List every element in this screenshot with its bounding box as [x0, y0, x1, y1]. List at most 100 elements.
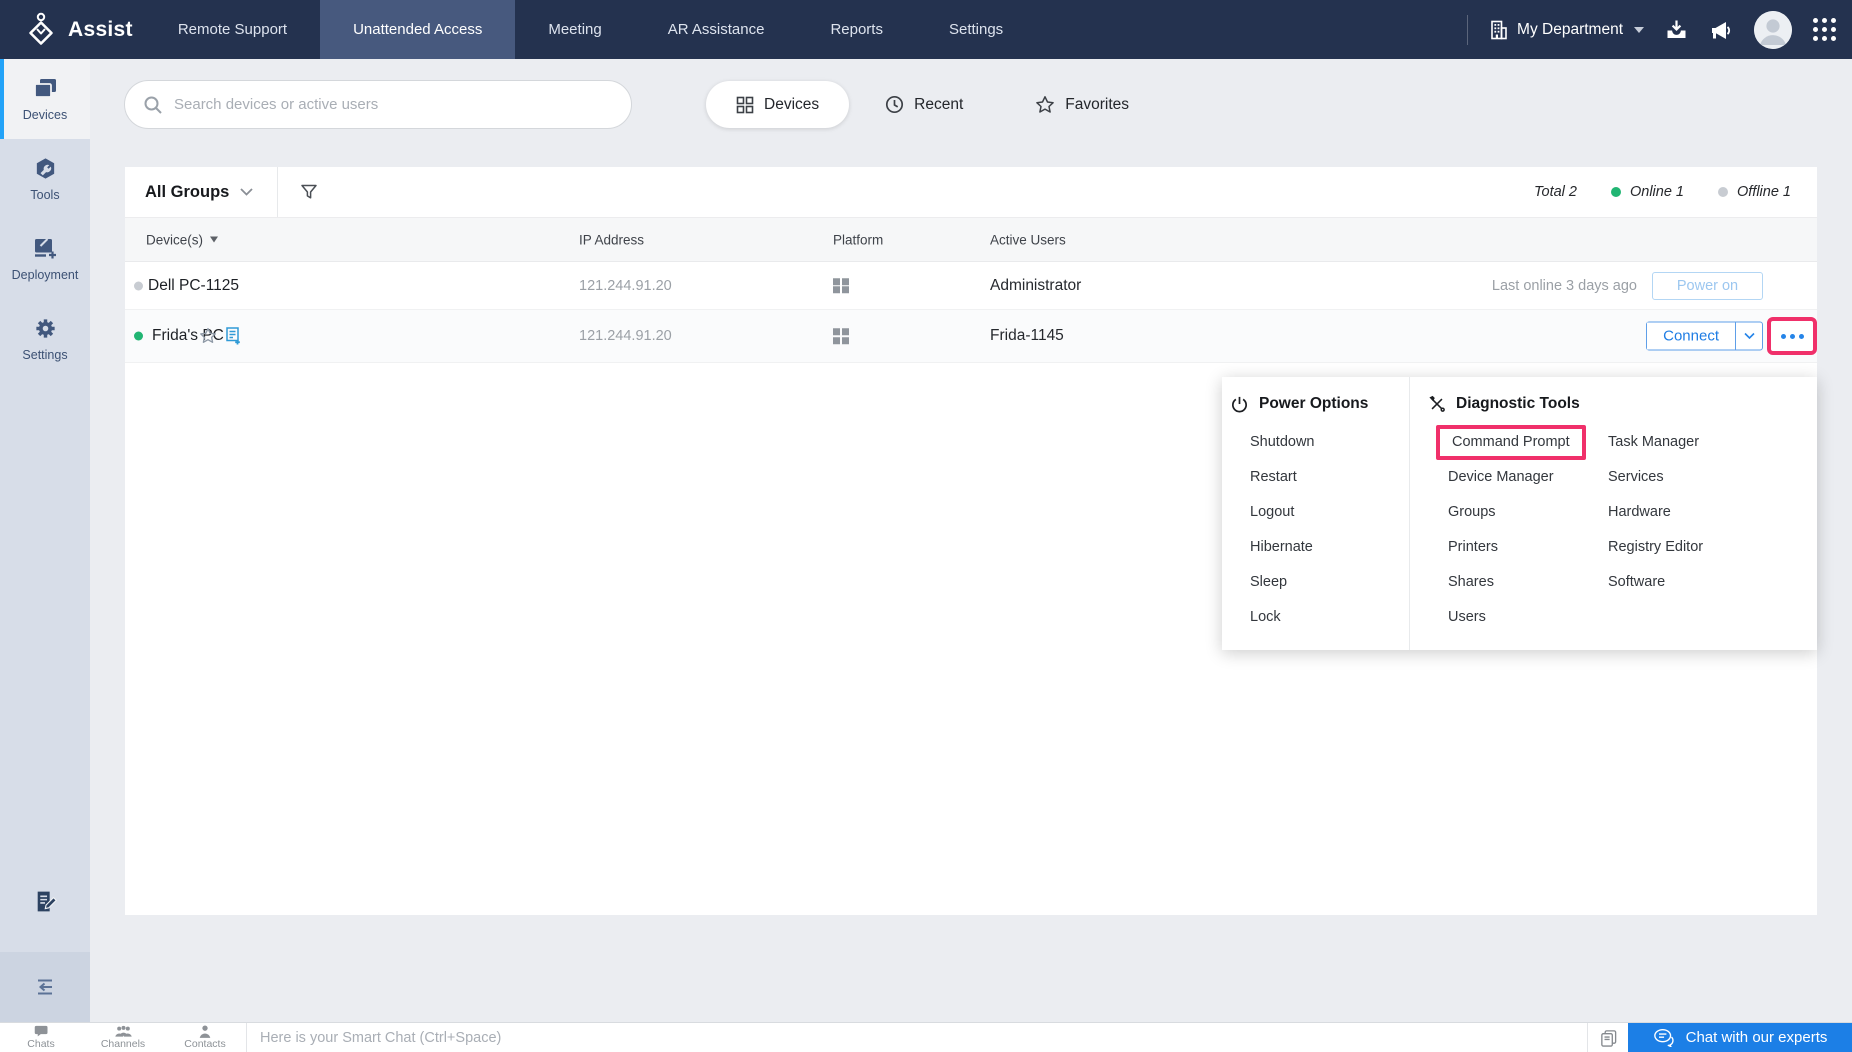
view-toggle: Devices Recent Favorites	[706, 81, 1165, 128]
add-note-icon[interactable]	[225, 327, 242, 346]
sidebar-item-devices[interactable]: Devices	[0, 59, 90, 139]
menu-item-restart[interactable]: Restart	[1230, 460, 1409, 495]
menu-item-groups[interactable]: Groups	[1428, 495, 1588, 530]
power-options-header: Power Options	[1230, 391, 1409, 417]
menu-item-hardware[interactable]: Hardware	[1588, 495, 1703, 530]
online-count: Online 1	[1611, 184, 1684, 200]
contacts-tab[interactable]: Contacts	[164, 1023, 246, 1052]
table-row[interactable]: Frida's PC 121.244.91.20 Frida-1145 Conn…	[125, 310, 1817, 363]
menu-item-shares[interactable]: Shares	[1428, 565, 1588, 600]
table-row[interactable]: Dell PC-1125 121.244.91.20 Administrator…	[125, 262, 1817, 310]
more-options-button[interactable]	[1767, 317, 1817, 355]
devices-icon	[32, 76, 59, 101]
menu-item-lock[interactable]: Lock	[1230, 600, 1409, 635]
last-online-text: Last online 3 days ago	[1492, 278, 1637, 294]
device-stats: Total 2 Online 1 Offline 1	[1534, 184, 1817, 200]
expert-chat-icon	[1653, 1028, 1677, 1047]
menu-item-sleep[interactable]: Sleep	[1230, 565, 1409, 600]
power-icon	[1230, 395, 1249, 414]
connect-dropdown-button[interactable]	[1735, 323, 1762, 350]
diagnostic-column-2: Task Manager Services Hardware Registry …	[1588, 425, 1703, 635]
filter-button[interactable]	[278, 183, 318, 201]
active-user: Frida-1145	[990, 327, 1064, 345]
power-options-section: Power Options Shutdown Restart Logout Hi…	[1222, 377, 1410, 650]
download-button[interactable]	[1665, 18, 1688, 41]
view-devices[interactable]: Devices	[706, 81, 849, 128]
menu-item-hibernate[interactable]: Hibernate	[1230, 530, 1409, 565]
collapse-sidebar-button[interactable]	[0, 952, 90, 1022]
tab-meeting[interactable]: Meeting	[515, 0, 634, 59]
gear-icon	[33, 316, 58, 341]
view-label: Recent	[914, 96, 963, 114]
user-avatar[interactable]	[1754, 11, 1792, 49]
chats-tab[interactable]: Chats	[0, 1023, 82, 1052]
menu-item-software[interactable]: Software	[1588, 565, 1703, 600]
offline-dot	[1718, 187, 1728, 197]
chat-with-experts-button[interactable]: Chat with our experts	[1628, 1023, 1852, 1052]
notes-edit-icon	[33, 889, 58, 914]
view-label: Favorites	[1065, 96, 1129, 114]
sidebar-item-label: Deployment	[12, 268, 79, 282]
copy-notes-icon	[1599, 1028, 1618, 1048]
menu-item-printers[interactable]: Printers	[1428, 530, 1588, 565]
diagnostic-tools-icon	[1428, 395, 1446, 413]
sidebar-item-deployment[interactable]: Deployment	[0, 219, 90, 299]
menu-item-services[interactable]: Services	[1588, 460, 1703, 495]
windows-icon	[833, 278, 849, 294]
device-name[interactable]: Dell PC-1125	[148, 277, 239, 295]
menu-item-logout[interactable]: Logout	[1230, 495, 1409, 530]
tab-remote-support[interactable]: Remote Support	[145, 0, 320, 59]
header-ip: IP Address	[579, 232, 644, 247]
menu-item-registry-editor[interactable]: Registry Editor	[1588, 530, 1703, 565]
diagnostic-tools-section: Diagnostic Tools Command Prompt Device M…	[1410, 377, 1817, 650]
view-favorites[interactable]: Favorites	[999, 81, 1165, 128]
windows-icon	[833, 328, 849, 344]
favorite-star-icon[interactable]	[199, 327, 217, 345]
diagnostic-tools-header: Diagnostic Tools	[1428, 391, 1817, 417]
menu-item-command-prompt[interactable]: Command Prompt	[1428, 425, 1588, 460]
table-header: Device(s) IP Address Platform Active Use…	[125, 217, 1817, 262]
channels-tab[interactable]: Channels	[82, 1023, 164, 1052]
nav-right: My Department	[1467, 11, 1852, 49]
sidebar-item-label: Tools	[30, 188, 59, 202]
group-selector[interactable]: All Groups	[125, 167, 277, 217]
tools-icon	[33, 156, 58, 181]
brand[interactable]: Assist	[0, 12, 145, 48]
tab-settings[interactable]: Settings	[916, 0, 1036, 59]
chat-history-button[interactable]	[1588, 1028, 1628, 1048]
clock-icon	[885, 95, 904, 114]
department-selector[interactable]: My Department	[1489, 20, 1644, 40]
apps-grid-icon[interactable]	[1813, 18, 1836, 41]
tab-reports[interactable]: Reports	[797, 0, 916, 59]
smart-chat-input[interactable]	[247, 1024, 1587, 1052]
tab-ar-assistance[interactable]: AR Assistance	[635, 0, 798, 59]
search-input[interactable]	[174, 96, 613, 113]
smart-chat-bar: Chats Channels Contacts	[0, 1022, 1852, 1052]
menu-item-device-manager[interactable]: Device Manager	[1428, 460, 1588, 495]
collapse-icon	[34, 978, 56, 996]
menu-item-users[interactable]: Users	[1428, 600, 1588, 635]
chevron-down-icon	[1634, 27, 1644, 33]
organization-icon	[1489, 20, 1508, 40]
power-on-button[interactable]: Power on	[1652, 272, 1763, 300]
contacts-icon	[199, 1025, 211, 1038]
chats-label: Chats	[27, 1038, 54, 1050]
active-user: Administrator	[990, 277, 1081, 295]
sidebar-item-tools[interactable]: Tools	[0, 139, 90, 219]
power-options-list: Shutdown Restart Logout Hibernate Sleep …	[1230, 425, 1409, 635]
device-actions-menu: Power Options Shutdown Restart Logout Hi…	[1222, 377, 1817, 650]
sidebar-item-label: Devices	[23, 108, 67, 122]
sidebar-item-settings[interactable]: Settings	[0, 299, 90, 379]
feedback-notes-button[interactable]	[0, 889, 90, 914]
star-icon	[1035, 95, 1055, 115]
header-devices[interactable]: Device(s)	[146, 232, 218, 247]
view-recent[interactable]: Recent	[849, 81, 999, 128]
diagnostic-columns: Command Prompt Device Manager Groups Pri…	[1428, 417, 1817, 635]
menu-item-shutdown[interactable]: Shutdown	[1230, 425, 1409, 460]
tab-unattended-access[interactable]: Unattended Access	[320, 0, 515, 59]
assist-logo-icon	[24, 12, 58, 48]
connect-button[interactable]: Connect	[1647, 323, 1735, 350]
channels-icon	[114, 1025, 133, 1038]
menu-item-task-manager[interactable]: Task Manager	[1588, 425, 1703, 460]
announcements-button[interactable]	[1709, 18, 1733, 42]
